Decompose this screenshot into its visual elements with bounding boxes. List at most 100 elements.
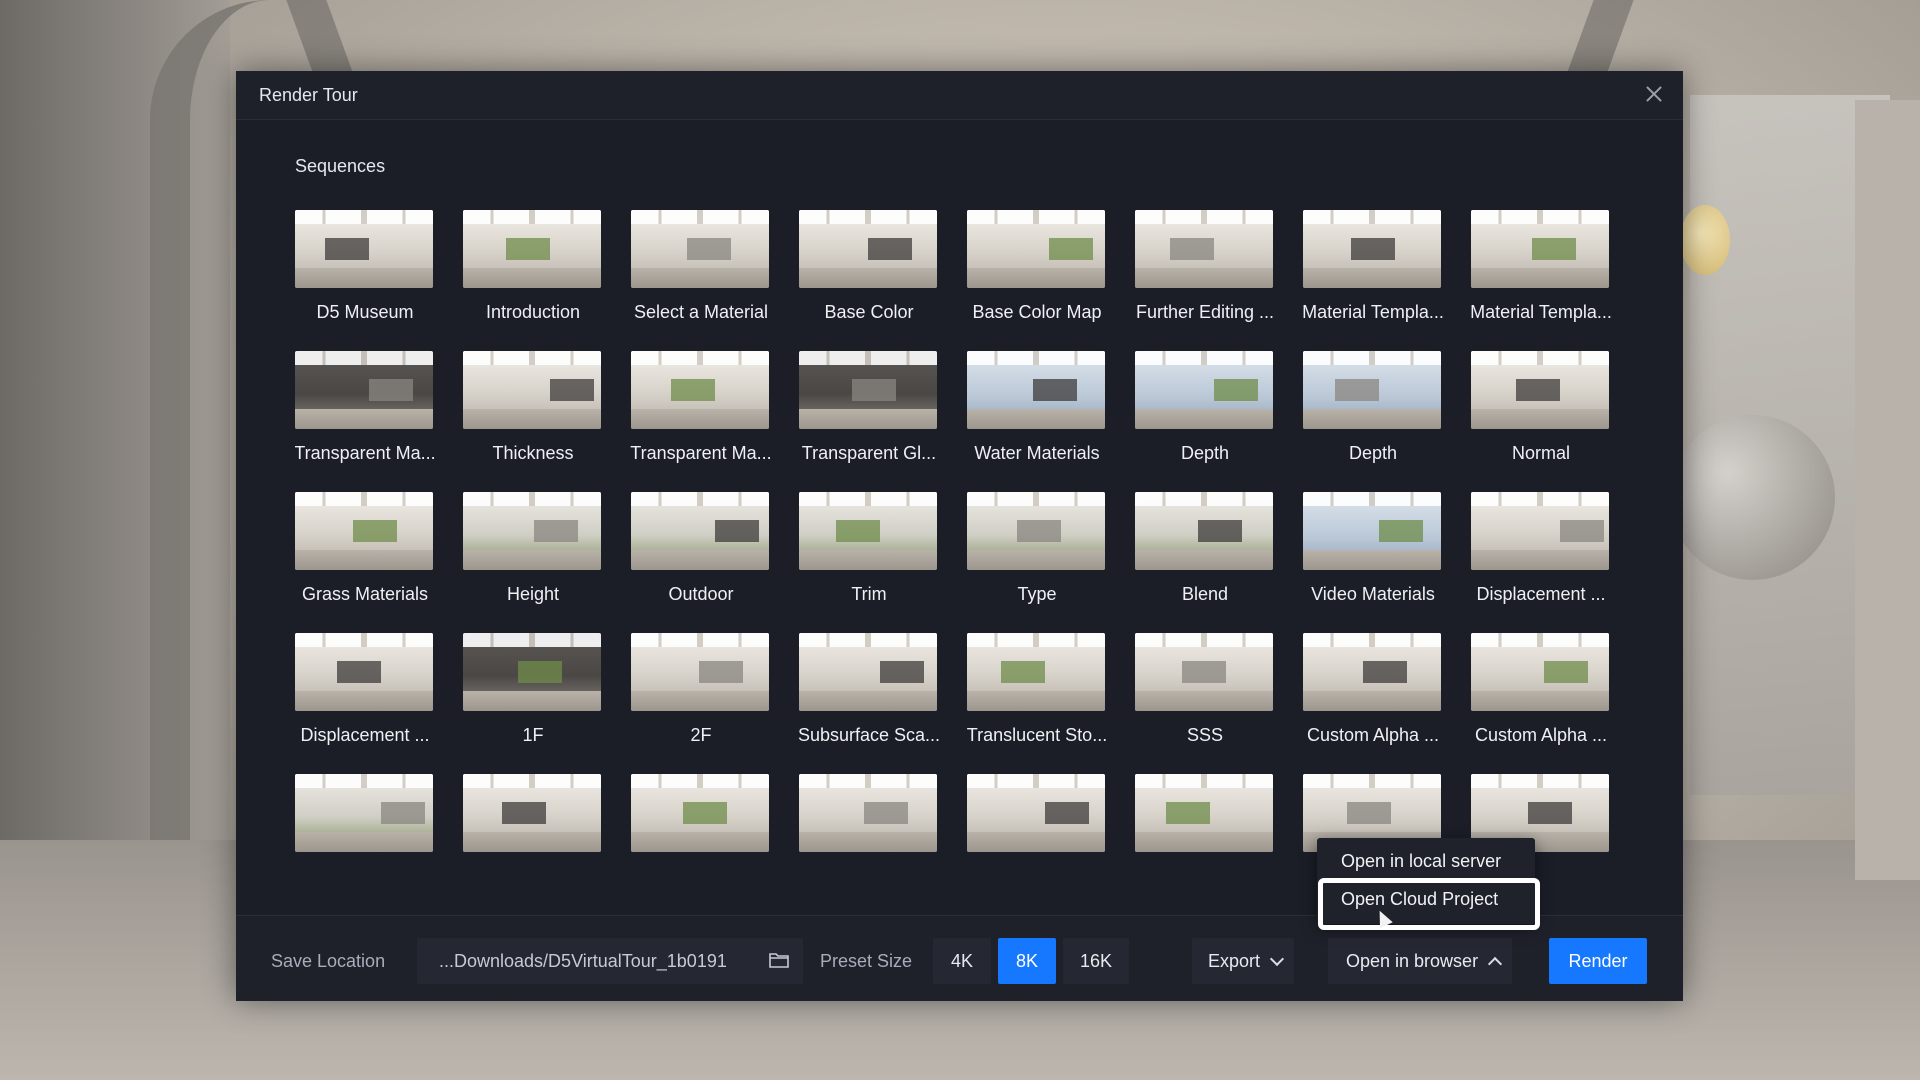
sequence-card[interactable] — [631, 774, 771, 870]
export-dropdown[interactable]: Export — [1192, 938, 1294, 984]
sequence-grid[interactable]: D5 Museum Introduction Select a Material Ba… — [295, 210, 1625, 870]
sequence-label: Water Materials — [974, 443, 1100, 463]
thumbnail-detail — [1214, 379, 1258, 401]
sequence-card[interactable]: Material Templa... — [1470, 210, 1612, 345]
sequence-thumbnail — [1135, 210, 1273, 288]
sequence-card[interactable]: Type — [967, 492, 1107, 627]
sequence-label: Material Templa... — [1470, 302, 1612, 322]
sequence-card[interactable] — [967, 774, 1107, 870]
thumbnail-detail — [868, 238, 912, 260]
sequence-label: Depth — [1180, 443, 1230, 463]
sequence-card[interactable] — [463, 774, 603, 870]
thumbnail-detail — [880, 661, 924, 683]
sequence-thumbnail — [631, 351, 769, 429]
sequence-card[interactable]: Normal — [1471, 351, 1611, 486]
sequence-thumbnail — [1303, 351, 1441, 429]
folder-icon[interactable] — [769, 952, 789, 968]
sequence-card[interactable]: Trim — [799, 492, 939, 627]
sequence-thumbnail — [463, 633, 601, 711]
sequence-card[interactable]: Thickness — [463, 351, 603, 486]
sequence-label: Outdoor — [668, 584, 734, 604]
sequence-label: Type — [1017, 584, 1057, 604]
sequence-label: Displacement ... — [1476, 584, 1606, 604]
sequence-thumbnail — [1135, 774, 1273, 852]
sequence-card[interactable]: Translucent Sto... — [967, 633, 1107, 768]
size-4k-button[interactable]: 4K — [933, 938, 991, 984]
sequence-card[interactable]: Outdoor — [631, 492, 771, 627]
sequence-thumbnail — [799, 774, 937, 852]
sequence-card[interactable]: 2F — [631, 633, 771, 768]
sequence-card[interactable]: Base Color Map — [967, 210, 1107, 345]
sequence-card[interactable]: SSS — [1135, 633, 1275, 768]
size-8k-button[interactable]: 8K — [998, 938, 1056, 984]
sequence-card[interactable]: Water Materials — [967, 351, 1107, 486]
thumbnail-detail — [502, 802, 546, 824]
sequence-card[interactable] — [1135, 774, 1275, 870]
thumbnail-detail — [1166, 802, 1210, 824]
sequence-card[interactable]: Height — [463, 492, 603, 627]
sequence-card[interactable]: Select a Material — [631, 210, 771, 345]
bottom-bar: Save Location ...Downloads/D5VirtualTour… — [236, 915, 1683, 1001]
save-location-field[interactable]: ...Downloads/D5VirtualTour_1b0191 — [417, 938, 803, 984]
sequence-card[interactable]: D5 Museum — [295, 210, 435, 345]
sequence-card[interactable] — [799, 774, 939, 870]
menu-item-open-cloud-project[interactable]: Open Cloud Project — [1317, 880, 1535, 916]
sequence-card[interactable]: Custom Alpha ... — [1303, 633, 1443, 768]
sequence-thumbnail — [1303, 633, 1441, 711]
sequence-thumbnail — [799, 351, 937, 429]
sequence-card[interactable]: Grass Materials — [295, 492, 435, 627]
sequence-card[interactable]: Transparent Ma... — [630, 351, 772, 486]
close-icon[interactable] — [1643, 83, 1665, 105]
sequence-thumbnail — [799, 492, 937, 570]
sequence-card[interactable]: Blend — [1135, 492, 1275, 627]
sequence-card[interactable] — [295, 774, 435, 870]
sequence-label: Transparent Ma... — [295, 443, 436, 463]
sequence-label: Subsurface Sca... — [797, 725, 941, 745]
sequence-card[interactable]: Material Templa... — [1302, 210, 1444, 345]
render-button[interactable]: Render — [1549, 938, 1647, 984]
sequence-label: Trim — [851, 584, 887, 604]
thumbnail-detail — [671, 379, 715, 401]
open-mode-menu: Open in local server Open Cloud Project — [1317, 838, 1535, 924]
thumbnail-detail — [1198, 520, 1242, 542]
sequence-label: Base Color Map — [972, 302, 1102, 322]
preset-size-label: Preset Size — [820, 951, 913, 971]
sequence-card[interactable]: Displacement ... — [295, 633, 435, 768]
background-sphere — [1680, 205, 1730, 275]
sequence-card[interactable]: Transparent Ma... — [295, 351, 436, 486]
thumbnail-detail — [1182, 661, 1226, 683]
thumbnail-detail — [1560, 520, 1604, 542]
sequence-thumbnail — [295, 774, 433, 852]
sequence-thumbnail — [1471, 492, 1609, 570]
menu-item-open-local-server[interactable]: Open in local server — [1317, 842, 1535, 878]
sequence-thumbnail — [295, 210, 433, 288]
sequence-thumbnail — [1135, 633, 1273, 711]
sequence-thumbnail — [799, 633, 937, 711]
background-display-panel — [1855, 100, 1920, 880]
sequence-thumbnail — [295, 633, 433, 711]
size-16k-button[interactable]: 16K — [1063, 938, 1129, 984]
sequence-thumbnail — [631, 492, 769, 570]
sequence-card[interactable]: 1F — [463, 633, 603, 768]
menu-item-label: Open in local server — [1341, 851, 1502, 871]
sequence-thumbnail — [463, 351, 601, 429]
sequence-card[interactable]: Introduction — [463, 210, 603, 345]
sequence-card[interactable]: Further Editing ... — [1135, 210, 1275, 345]
sequence-card[interactable]: Base Color — [799, 210, 939, 345]
thumbnail-detail — [1379, 520, 1423, 542]
sequence-card[interactable]: Depth — [1135, 351, 1275, 486]
sequence-card[interactable]: Subsurface Sca... — [798, 633, 940, 768]
sequence-card[interactable]: Displacement ... — [1471, 492, 1611, 627]
sequence-label: Select a Material — [633, 302, 769, 322]
sequence-card[interactable]: Custom Alpha ... — [1471, 633, 1611, 768]
thumbnail-detail — [1544, 661, 1588, 683]
open-mode-dropdown[interactable]: Open in browser — [1328, 938, 1512, 984]
sequence-label: Blend — [1181, 584, 1229, 604]
sequence-label: Transparent Gl... — [801, 443, 937, 463]
sequence-thumbnail — [799, 210, 937, 288]
sequence-card[interactable]: Transparent Gl... — [799, 351, 939, 486]
sequence-card[interactable]: Video Materials — [1303, 492, 1443, 627]
sequence-card[interactable]: Depth — [1303, 351, 1443, 486]
sequence-label: 2F — [690, 725, 712, 745]
sequence-label: Translucent Sto... — [966, 725, 1108, 745]
